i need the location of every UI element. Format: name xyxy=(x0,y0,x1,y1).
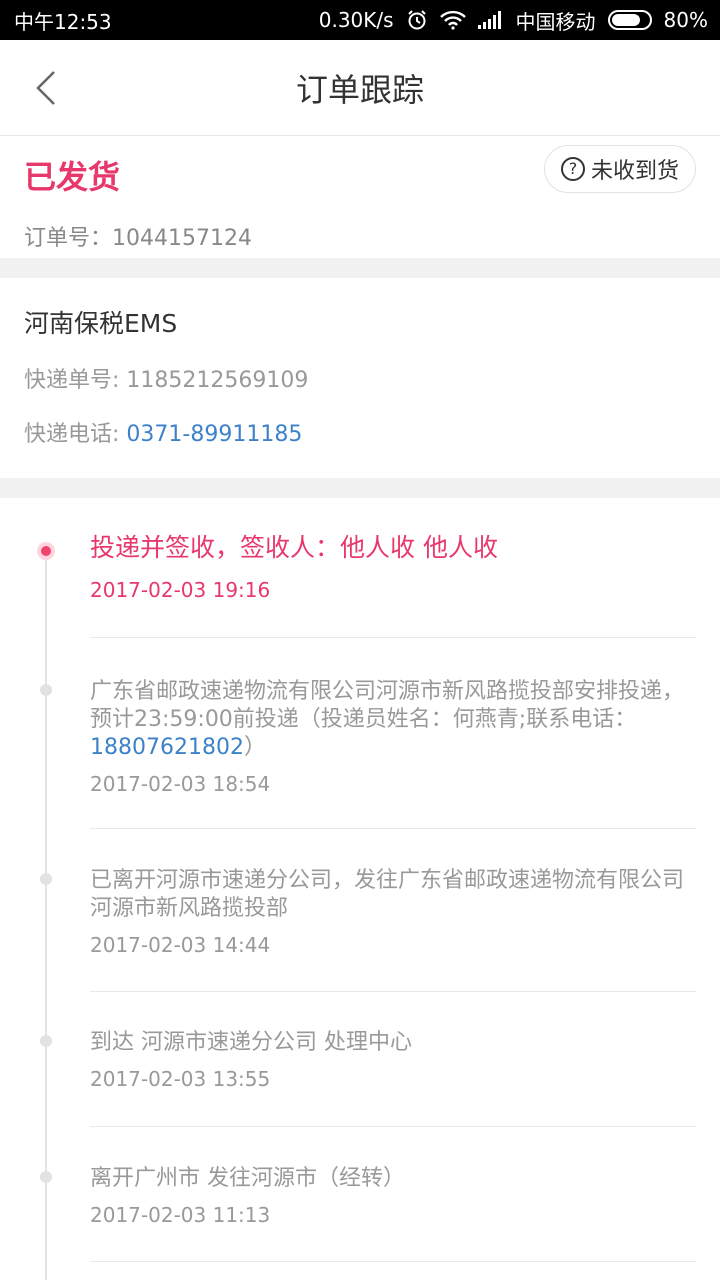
tracking-number-label: 快递单号: xyxy=(24,368,127,393)
timeline-dot xyxy=(40,1171,52,1183)
not-received-label: 未收到货 xyxy=(590,159,679,184)
section-divider xyxy=(0,478,720,498)
deliverer-phone-link[interactable]: 18807621802 xyxy=(90,735,244,760)
header: 订单跟踪 xyxy=(0,40,720,136)
timeline-item: 离开广州市 发往河源市（经转） 2017-02-03 11:13 xyxy=(0,1127,720,1262)
timeline-item: 已离开河源市速递分公司，发往广东省邮政速递物流有限公司河源市新风路揽投部 201… xyxy=(0,829,720,992)
order-status-card: 已发货 订单号：1044157124 ? 未收到货 xyxy=(0,136,720,258)
timeline-description: 已离开河源市速递分公司，发往广东省邮政速递物流有限公司河源市新风路揽投部 xyxy=(90,868,685,921)
status-indicators: 0.30K/s 中国移动 80% xyxy=(319,6,708,35)
timeline-item: 广东省邮政速递物流有限公司河源市新风路揽投部安排投递，预计23:59:00前投递… xyxy=(0,638,720,829)
timeline-time: 2017-02-03 18:54 xyxy=(90,772,271,796)
order-number-row: 订单号：1044157124 xyxy=(24,220,696,252)
timeline-description: 广东省邮政速递物流有限公司河源市新风路揽投部安排投递，预计23:59:00前投递… xyxy=(90,678,696,762)
courier-phone-row: 快递电话: 0371-89911185 xyxy=(24,416,696,448)
timeline-dot-active xyxy=(41,546,51,556)
battery-percent: 80% xyxy=(663,8,708,32)
timeline-description: 离开广州市 发往河源市（经转） xyxy=(90,1166,405,1191)
timeline-item: 到达 河源市速递分公司 处理中心 2017-02-03 13:55 xyxy=(0,992,720,1127)
courier-name: 河南保税EMS xyxy=(24,309,178,338)
not-received-button[interactable]: ? 未收到货 xyxy=(543,145,696,193)
order-number: 1044157124 xyxy=(112,226,252,251)
timeline-time: 2017-02-03 13:55 xyxy=(90,1067,271,1091)
timeline-description: 投递并签收，签收人：他人收 他人收 xyxy=(90,533,498,562)
network-speed: 0.30K/s xyxy=(318,8,394,32)
timeline-description-text: 广东省邮政速递物流有限公司河源市新风路揽投部安排投递，预计23:59:00前投递… xyxy=(90,679,685,732)
courier-card: 河南保税EMS 快递单号: 1185212569109 快递电话: 0371-8… xyxy=(0,278,720,478)
page-title: 订单跟踪 xyxy=(295,70,424,109)
battery-icon xyxy=(607,10,652,30)
tracking-timeline: 投递并签收，签收人：他人收 他人收 2017-02-03 19:16 广东省邮政… xyxy=(0,498,720,1280)
timeline-dot xyxy=(40,1035,52,1047)
tracking-number: 1185212569109 xyxy=(126,368,309,393)
question-icon: ? xyxy=(560,157,585,181)
carrier-name: 中国移动 xyxy=(515,9,596,34)
timeline-dot xyxy=(40,684,52,696)
timeline-divider xyxy=(90,1261,696,1262)
order-number-label: 订单号： xyxy=(24,226,113,251)
timeline-description: 到达 河源市速递分公司 处理中心 xyxy=(90,1030,412,1055)
alarm-icon xyxy=(406,9,428,31)
status-bar: 中午12:53 0.30K/s 中国移动 80% xyxy=(0,0,720,40)
chevron-left-icon[interactable] xyxy=(30,68,62,108)
timeline-description-end: ） xyxy=(243,735,266,760)
timeline-time: 2017-02-03 19:16 xyxy=(90,578,271,602)
signal-icon xyxy=(477,11,504,29)
timeline-time: 2017-02-03 14:44 xyxy=(90,933,271,957)
tracking-number-row: 快递单号: 1185212569109 xyxy=(24,362,696,394)
courier-phone-label: 快递电话: xyxy=(24,422,127,447)
status-time: 中午12:53 xyxy=(14,9,112,34)
courier-phone-link[interactable]: 0371-89911185 xyxy=(126,422,302,447)
timeline-time: 2017-02-03 11:13 xyxy=(90,1203,271,1227)
timeline-dot xyxy=(40,873,52,885)
timeline-item: 投递并签收，签收人：他人收 他人收 2017-02-03 19:16 xyxy=(0,498,720,638)
section-divider xyxy=(0,258,720,278)
wifi-icon xyxy=(439,10,466,30)
